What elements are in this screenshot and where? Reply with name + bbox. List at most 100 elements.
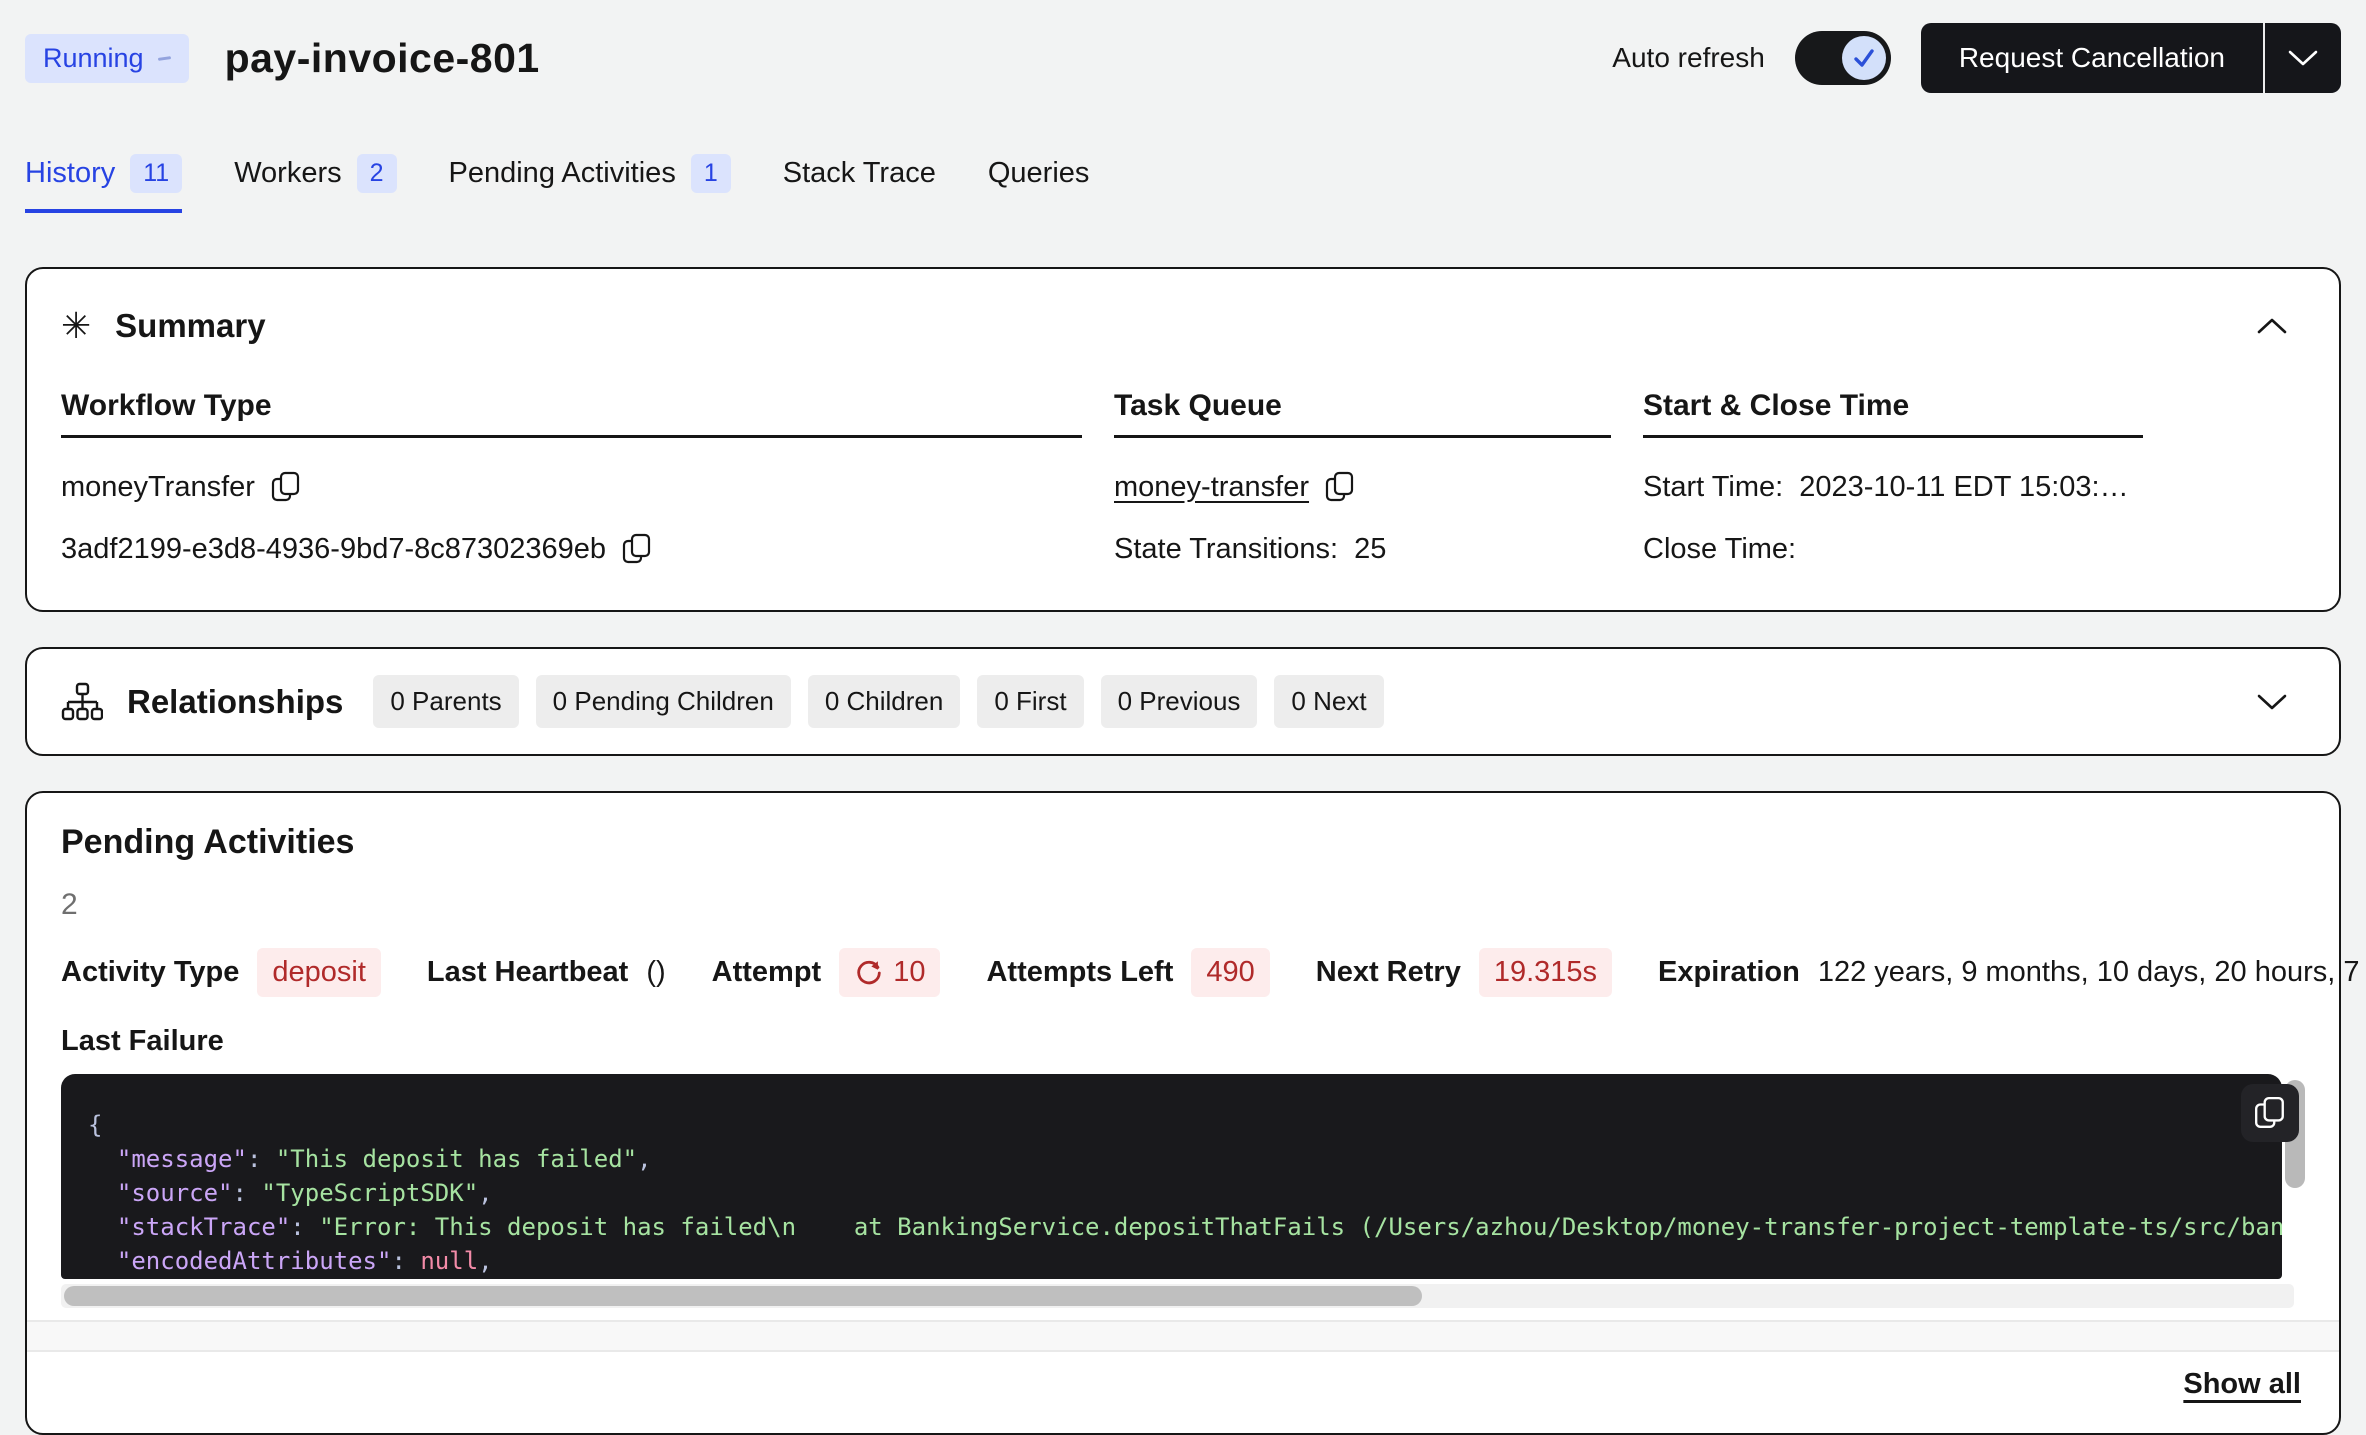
task-queue-link[interactable]: money-transfer [1114, 471, 1309, 504]
relationships-title: Relationships [127, 683, 343, 721]
tab-queries[interactable]: Queries [988, 154, 1090, 213]
code-horizontal-scrollbar [61, 1284, 2294, 1308]
show-all-row: Show all [61, 1368, 2305, 1401]
children-badge: 0 Children [808, 675, 961, 728]
activity-type-field: Activity Type deposit [61, 948, 381, 997]
last-failure-code-area: { "message": "This deposit has failed", … [61, 1074, 2305, 1279]
summary-grid: Workflow Type moneyTransfer 3adf2199-e3d… [61, 389, 2305, 568]
request-cancellation-split-button: Request Cancellation [1921, 23, 2341, 93]
summary-card-header: ✳ Summary [61, 307, 2305, 345]
copy-task-queue-button[interactable] [1325, 471, 1355, 503]
activity-type-badge: deposit [257, 948, 381, 997]
next-retry-label: Next Retry [1316, 956, 1461, 989]
request-cancellation-label: Request Cancellation [1959, 42, 2225, 74]
tab-stack-trace[interactable]: Stack Trace [783, 154, 936, 213]
first-badge: 0 First [977, 675, 1083, 728]
close-time-label: Close Time: [1643, 533, 1796, 566]
tab-label: Pending Activities [449, 157, 676, 190]
last-heartbeat-label: Last Heartbeat [427, 956, 628, 989]
tab-bar: History 11 Workers 2 Pending Activities … [25, 154, 2341, 213]
status-badge: Running [25, 34, 189, 83]
state-transitions-label: State Transitions: [1114, 533, 1338, 566]
code-line: { [88, 1108, 2262, 1142]
pending-children-badge: 0 Pending Children [536, 675, 791, 728]
attempts-left-badge: 490 [1191, 948, 1269, 997]
tab-count-badge: 2 [357, 154, 397, 193]
expiration-label: Expiration [1658, 956, 1800, 989]
copy-workflow-type-button[interactable] [271, 471, 301, 503]
tab-count-badge: 1 [691, 154, 731, 193]
attempts-left-label: Attempts Left [986, 956, 1173, 989]
parents-badge: 0 Parents [373, 675, 518, 728]
pending-activities-title: Pending Activities [61, 823, 2305, 862]
activity-type-label: Activity Type [61, 956, 239, 989]
copy-run-id-button[interactable] [622, 533, 652, 565]
next-retry-field: Next Retry 19.315s [1316, 948, 1612, 997]
chevron-down-icon [2287, 49, 2319, 67]
chevron-up-icon [2255, 316, 2289, 336]
summary-icon: ✳ [61, 308, 91, 344]
run-id-value: 3adf2199-e3d8-4936-9bd7-8c87302369eb [61, 533, 606, 566]
tab-label: Stack Trace [783, 157, 936, 190]
state-transitions-value: 25 [1354, 533, 1386, 566]
relationships-card: Relationships 0 Parents 0 Pending Childr… [25, 647, 2341, 756]
next-badge: 0 Next [1274, 675, 1383, 728]
workflow-detail-page: Running pay-invoice-801 Auto refresh Req… [0, 22, 2366, 1435]
last-heartbeat-field: Last Heartbeat () [427, 956, 666, 989]
check-icon [1851, 45, 1877, 71]
start-time-value: 2023-10-11 EDT 15:03:… [1799, 471, 2128, 504]
attempt-label: Attempt [712, 956, 822, 989]
code-line: "stackTrace": "Error: This deposit has f… [88, 1210, 2262, 1244]
tab-label: History [25, 157, 115, 190]
code-line: "message": "This deposit has failed", [88, 1142, 2262, 1176]
status-label: Running [43, 43, 144, 74]
tab-history[interactable]: History 11 [25, 154, 182, 213]
tab-label: Queries [988, 157, 1090, 190]
copy-icon [2254, 1096, 2286, 1130]
summary-card: ✳ Summary Workflow Type moneyTransfer [25, 267, 2341, 612]
attempt-badge: 10 [839, 948, 940, 997]
pending-activity-fields: Activity Type deposit Last Heartbeat () … [61, 948, 2305, 997]
toggle-knob [1842, 36, 1886, 80]
time-column: Start & Close Time Start Time: 2023-10-1… [1643, 389, 2305, 568]
tab-pending-activities[interactable]: Pending Activities 1 [449, 154, 731, 213]
tab-label: Workers [234, 157, 341, 190]
header-actions: Auto refresh Request Cancellation [1612, 23, 2341, 93]
code-line: "source": "TypeScriptSDK", [88, 1176, 2262, 1210]
last-failure-json: { "message": "This deposit has failed", … [61, 1074, 2282, 1279]
workflow-type-heading: Workflow Type [61, 389, 1082, 438]
last-failure-label: Last Failure [61, 1025, 2305, 1058]
copy-icon [1325, 471, 1355, 503]
pending-activity-number: 2 [61, 888, 2305, 922]
horizontal-scrollbar-thumb[interactable] [64, 1286, 1422, 1306]
cancellation-menu-button[interactable] [2265, 23, 2341, 93]
copy-failure-json-button[interactable] [2241, 1084, 2299, 1142]
relationships-badges: 0 Parents 0 Pending Children 0 Children … [373, 675, 1383, 728]
page-header: Running pay-invoice-801 Auto refresh Req… [25, 22, 2341, 94]
expiration-value: 122 years, 9 months, 10 days, 20 hours, … [1818, 956, 2366, 989]
workflow-type-value: moneyTransfer [61, 471, 255, 504]
summary-collapse-button[interactable] [2255, 316, 2289, 336]
tab-workers[interactable]: Workers 2 [234, 154, 396, 213]
retry-icon [854, 958, 884, 988]
auto-refresh-label: Auto refresh [1612, 42, 1765, 74]
time-heading: Start & Close Time [1643, 389, 2143, 438]
status-indicator-icon [157, 56, 170, 61]
collapsed-activity-row [27, 1320, 2339, 1352]
chevron-down-icon [2255, 692, 2289, 712]
summary-title: Summary [115, 307, 265, 345]
code-line: "encodedAttributes": null, [88, 1244, 2262, 1278]
tab-count-badge: 11 [130, 154, 182, 193]
request-cancellation-button[interactable]: Request Cancellation [1921, 23, 2263, 93]
relationships-expand-button[interactable] [2255, 692, 2289, 712]
auto-refresh-toggle[interactable] [1795, 31, 1891, 85]
last-heartbeat-value: () [646, 956, 665, 989]
copy-icon [271, 471, 301, 503]
workflow-type-column: Workflow Type moneyTransfer 3adf2199-e3d… [61, 389, 1082, 568]
previous-badge: 0 Previous [1101, 675, 1258, 728]
hierarchy-icon [61, 681, 103, 723]
show-all-link[interactable]: Show all [2183, 1368, 2301, 1400]
pending-activities-card: Pending Activities 2 Activity Type depos… [25, 791, 2341, 1435]
page-title: pay-invoice-801 [225, 35, 540, 82]
task-queue-column: Task Queue money-transfer State Transiti… [1114, 389, 1611, 568]
